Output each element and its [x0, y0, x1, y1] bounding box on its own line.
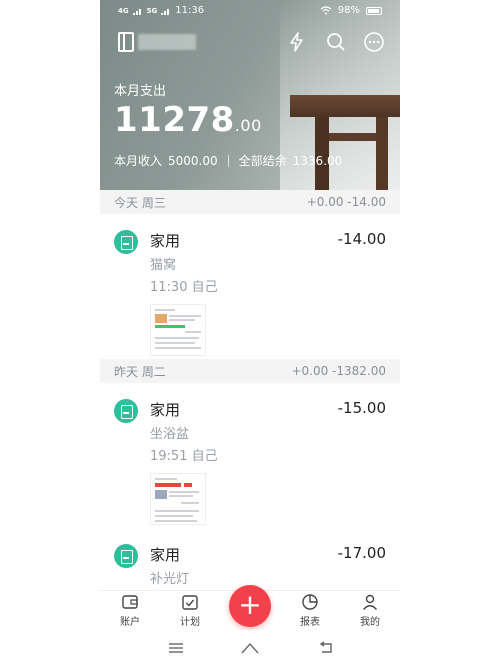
- month-expense-label: 本月支出: [114, 84, 167, 99]
- entry-category: 家用: [150, 232, 181, 250]
- entry-time-member: 11:30 自己: [150, 280, 218, 295]
- checklist-icon: [182, 595, 198, 610]
- divider: [227, 154, 229, 167]
- transaction-item[interactable]: 家用 -15.00 坐浴盆 19:51 自己: [100, 383, 400, 528]
- entry-amount: -14.00: [337, 230, 386, 248]
- entry-note: 猫窝: [150, 258, 177, 273]
- household-category-icon: [114, 230, 138, 254]
- signal-bars-icon: [161, 8, 170, 15]
- household-category-icon: [114, 544, 138, 568]
- transaction-item[interactable]: 家用 -17.00 补光灯: [100, 528, 400, 590]
- wifi-icon: [320, 6, 332, 15]
- income-value: 5000.00: [168, 153, 218, 168]
- nav-reports[interactable]: 报表: [290, 593, 330, 628]
- battery-percent: 98%: [337, 5, 360, 16]
- nav-plan[interactable]: 计划: [170, 593, 210, 628]
- bottom-navigation: 账户 计划 + 报表 我的: [100, 585, 400, 630]
- day-label: 今天 周三: [114, 195, 166, 210]
- entry-note: 坐浴盆: [150, 427, 190, 442]
- household-category-icon: [114, 399, 138, 423]
- ledger-name-blurred[interactable]: [138, 34, 196, 50]
- phone-screen: 4G 5G 11:36 98% 本月支出 11278.00 本月收入 5000.…: [100, 0, 400, 666]
- signal-bars-icon: [132, 8, 141, 15]
- nav-mine[interactable]: 我的: [350, 593, 390, 628]
- entry-amount: -15.00: [337, 399, 386, 417]
- entry-time-member: 19:51 自己: [150, 449, 218, 464]
- back-icon[interactable]: [316, 640, 336, 656]
- add-record-button[interactable]: +: [229, 585, 271, 627]
- income-label: 本月收入: [114, 154, 163, 168]
- status-bar: 4G 5G 11:36 98%: [100, 0, 400, 24]
- transaction-item[interactable]: 家用 -14.00 猫窝 11:30 自己: [100, 214, 400, 359]
- balance-value: 1336.00: [292, 153, 343, 168]
- header-background-table: [290, 95, 400, 117]
- transaction-list[interactable]: 今天 周三 +0.00 -14.00 家用 -14.00 猫窝 11:30 自己: [100, 190, 400, 590]
- receipt-thumbnail[interactable]: [150, 304, 206, 356]
- wallet-icon: [122, 595, 138, 609]
- income-balance-row: 本月收入 5000.00 全部结余 1336.00: [114, 152, 342, 169]
- entry-note: 补光灯: [150, 572, 190, 587]
- day-header: 昨天 周二 +0.00 -1382.00: [100, 359, 400, 383]
- user-icon: [362, 594, 378, 610]
- ledger-book-icon[interactable]: [118, 32, 134, 52]
- pie-chart-icon: [302, 594, 318, 610]
- signal-5g: 5G: [146, 6, 158, 15]
- home-icon[interactable]: [240, 640, 260, 656]
- month-expense-amount[interactable]: 11278.00: [114, 100, 262, 140]
- signal-4g: 4G: [118, 6, 129, 15]
- nav-accounts[interactable]: 账户: [110, 593, 150, 628]
- day-summary: +0.00 -14.00: [306, 195, 386, 209]
- day-header: 今天 周三 +0.00 -14.00: [100, 190, 400, 214]
- system-navigation-bar: [100, 630, 400, 666]
- summary-header: 4G 5G 11:36 98% 本月支出 11278.00 本月收入 5000.…: [100, 0, 400, 190]
- day-label: 昨天 周二: [114, 364, 166, 379]
- entry-category: 家用: [150, 401, 181, 419]
- battery-icon: [366, 6, 382, 15]
- more-options-icon[interactable]: [362, 30, 386, 54]
- receipt-thumbnail[interactable]: [150, 473, 206, 525]
- balance-label: 全部结余: [238, 154, 287, 168]
- lightning-icon[interactable]: [285, 30, 309, 54]
- search-icon[interactable]: [324, 30, 348, 54]
- menu-icon[interactable]: [166, 640, 186, 656]
- day-summary: +0.00 -1382.00: [291, 364, 386, 378]
- entry-amount: -17.00: [337, 544, 386, 562]
- entry-category: 家用: [150, 546, 181, 564]
- status-time: 11:36: [175, 5, 205, 16]
